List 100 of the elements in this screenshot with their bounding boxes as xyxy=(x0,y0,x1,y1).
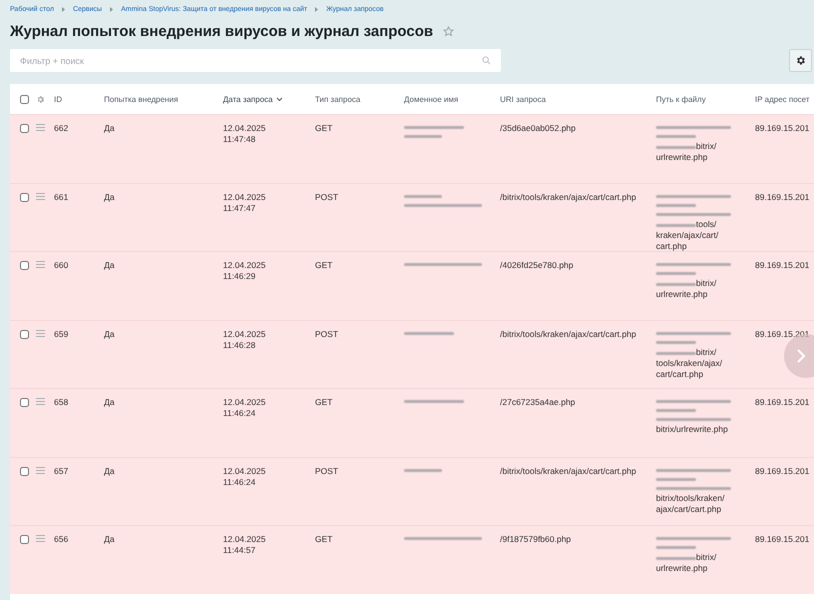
table-cell: bitrix/ xyxy=(696,141,716,152)
sort-down-icon xyxy=(276,96,283,102)
table-cell-text: bitrix/tools/kraken/ xyxy=(656,492,726,504)
row-checkbox[interactable] xyxy=(20,192,29,202)
search-field[interactable]: Фильтр + поиск xyxy=(10,49,501,72)
table-cell-text: 11:46:24 xyxy=(223,476,256,488)
chevron-right-icon xyxy=(796,348,806,364)
table-cell-text: 12.04.2025 xyxy=(223,123,267,134)
table-cell-text: GET xyxy=(315,259,334,271)
row-checkbox[interactable] xyxy=(20,330,29,338)
row-checkbox[interactable] xyxy=(20,398,29,407)
column-header[interactable]: IP адрес посет xyxy=(755,94,814,104)
menu-icon[interactable] xyxy=(36,261,45,268)
redaction-mark xyxy=(404,468,442,472)
table-cell-text: 11:47:48 xyxy=(223,134,256,145)
redaction-mark xyxy=(656,352,696,354)
chevron-right-icon xyxy=(315,7,318,12)
table-cell-text: 656 xyxy=(54,533,70,545)
chevron-right-icon xyxy=(110,7,113,12)
table-cell-text: 660 xyxy=(54,259,70,271)
table-cell-text: 89.169.15.201 xyxy=(755,190,810,202)
table-cell-text: /35d6ae0ab052.php xyxy=(500,122,577,134)
chevron-right-icon xyxy=(62,7,65,12)
redaction-mark xyxy=(656,224,696,226)
table-cell-text: POST xyxy=(315,328,340,340)
redaction-mark xyxy=(656,557,696,560)
table-cell-text: /4026fd25e780.php xyxy=(500,259,574,271)
table-cell-text: GET xyxy=(315,533,334,545)
menu-icon[interactable] xyxy=(36,466,45,474)
table-cell-text: 12.04.2025 xyxy=(223,192,267,202)
table-cell-text: 11:46:28 xyxy=(223,340,256,350)
redaction-mark xyxy=(656,546,696,549)
table-cell-text: tools/kraken/ajax/ xyxy=(656,358,724,368)
redaction-mark xyxy=(656,146,696,149)
table-cell-text: 662 xyxy=(54,122,70,134)
row-checkbox[interactable] xyxy=(20,466,29,476)
table-cell-text: 89.169.15.201 xyxy=(755,533,810,545)
menu-icon[interactable] xyxy=(36,192,45,200)
table-cell-text: ajax/cart/cart.php xyxy=(656,504,722,514)
table-cell-text: urlrewrite.php xyxy=(656,152,708,163)
table-cell-text: kraken/ajax/cart/ xyxy=(656,230,720,240)
column-header[interactable]: Путь к файлу xyxy=(656,94,755,104)
column-header[interactable]: Дата запроса xyxy=(223,94,315,104)
page-title: Журнал попыток внедрения вирусов и журнал запросов xyxy=(10,23,434,40)
table-cell-text: Да xyxy=(104,122,116,134)
settings-icon[interactable] xyxy=(36,94,45,104)
redaction-mark xyxy=(404,135,442,138)
redaction-mark xyxy=(404,332,454,334)
menu-icon[interactable] xyxy=(36,124,45,131)
menu-icon[interactable] xyxy=(36,535,45,542)
table-cell-text: Да xyxy=(104,396,116,408)
table-cell-text: 12.04.2025 xyxy=(223,397,267,408)
table-cell: bitrix/ xyxy=(696,346,716,358)
star-icon[interactable] xyxy=(443,26,454,37)
table-cell-text: 657 xyxy=(54,464,70,476)
redaction-mark xyxy=(656,409,696,412)
search-icon xyxy=(482,56,491,65)
table-cell-text: 89.169.15.201 xyxy=(755,328,810,340)
row-checkbox[interactable] xyxy=(20,535,29,544)
table-cell: bitrix/ xyxy=(696,278,716,289)
table-cell-text: 89.169.15.201 xyxy=(755,396,810,408)
table-cell-text: 661 xyxy=(54,190,70,202)
redaction-mark xyxy=(656,135,696,138)
table-cell-text: /27c67235a4ae.php xyxy=(500,396,576,408)
column-header[interactable]: ID xyxy=(54,94,104,104)
table-cell-text: urlrewrite.php xyxy=(656,289,708,300)
column-header[interactable]: URI запроса xyxy=(500,94,656,104)
row-checkbox[interactable] xyxy=(20,124,29,133)
table-cell-text: urlrewrite.php xyxy=(656,563,708,574)
table-cell-text: Да xyxy=(104,464,116,476)
redaction-mark xyxy=(404,126,464,129)
redaction-mark xyxy=(404,194,442,198)
table-cell: tools/ xyxy=(696,218,716,230)
table-cell-text: Да xyxy=(104,328,116,340)
table-cell-text: GET xyxy=(315,122,334,134)
table-cell-text: 89.169.15.201 xyxy=(755,464,810,476)
settings-icon xyxy=(795,55,806,66)
column-header[interactable]: Тип запроса xyxy=(315,94,404,104)
menu-icon[interactable] xyxy=(36,398,45,405)
settings-button[interactable] xyxy=(789,49,812,72)
row-checkbox[interactable] xyxy=(20,261,29,270)
table-cell-text: 11:46:24 xyxy=(223,408,256,419)
table-cell-text: 12.04.2025 xyxy=(223,260,267,271)
table-cell-text: GET xyxy=(315,396,334,408)
redaction-mark xyxy=(656,340,696,344)
table-cell-text: 11:44:57 xyxy=(223,545,256,556)
column-header[interactable]: Попытка внедрения xyxy=(104,94,223,104)
menu-icon[interactable] xyxy=(36,330,45,336)
table-cell-text: POST xyxy=(315,464,340,476)
table-cell-text: 89.169.15.201 xyxy=(755,122,810,134)
table-cell-text: /bitrix/tools/kraken/ajax/cart/cart.php xyxy=(500,190,638,202)
table-cell-text: bitrix/urlrewrite.php xyxy=(656,424,729,435)
table-cell-text: 89.169.15.201 xyxy=(755,259,810,271)
table-cell-text: Да xyxy=(104,259,116,271)
select-all-checkbox[interactable] xyxy=(20,94,29,104)
column-header[interactable]: Доменное имя xyxy=(404,94,500,104)
table-cell-text: 659 xyxy=(54,328,70,340)
table-cell-text: /bitrix/tools/kraken/ajax/cart/cart.php xyxy=(500,328,638,340)
redaction-mark xyxy=(656,204,696,206)
table-cell-text: /9f187579fb60.php xyxy=(500,533,572,545)
